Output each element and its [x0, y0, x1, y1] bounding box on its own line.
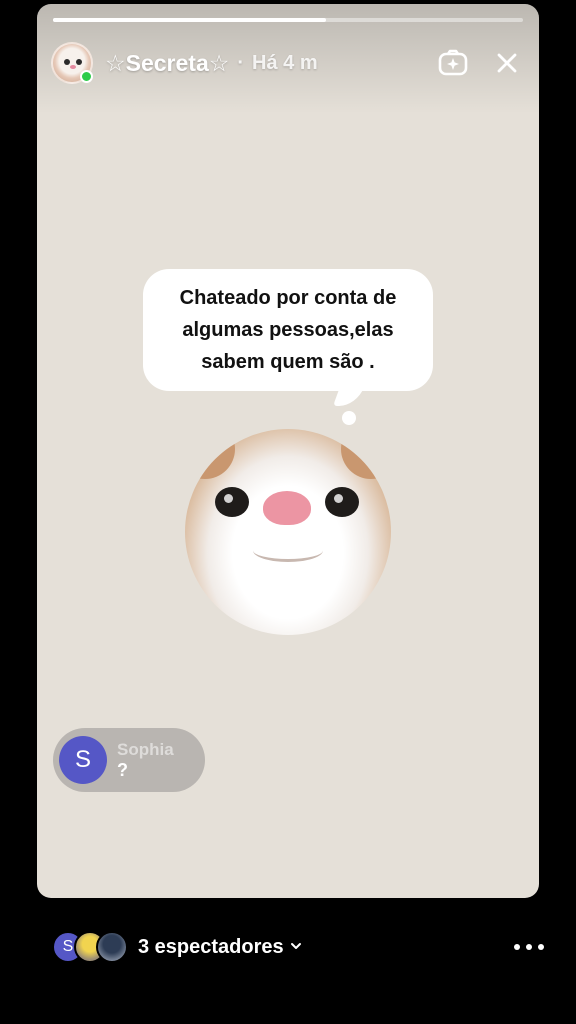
close-icon[interactable] — [489, 45, 525, 81]
reply-text: Sophia ? — [117, 740, 174, 781]
reply-message: ? — [117, 759, 128, 780]
cat-nose — [263, 491, 311, 525]
online-status-dot — [80, 70, 93, 83]
time-ago: Há 4 m — [252, 51, 318, 74]
time-separator: · — [237, 51, 245, 74]
cat-mouth — [253, 539, 323, 562]
thought-bubble-text: Chateado por conta de algumas pessoas,el… — [143, 269, 433, 391]
cat-eye-left — [215, 487, 249, 517]
story-card[interactable]: ☆Secreta☆ · Há 4 m Chateado por conta de… — [37, 4, 539, 898]
reply-name: Sophia — [117, 739, 174, 759]
avatar-eye-left — [64, 59, 70, 65]
viewers-bar: S 3 espectadores — [52, 930, 544, 964]
story-header: ☆Secreta☆ · Há 4 m — [51, 40, 525, 86]
chevron-down-icon[interactable] — [290, 938, 302, 956]
cat-photo — [185, 429, 391, 635]
thought-bubble-dot — [342, 411, 356, 425]
cat-ear-left — [185, 429, 235, 479]
avatar-nose — [70, 65, 76, 69]
viewer-avatar-3 — [96, 931, 128, 963]
author-avatar[interactable] — [51, 42, 93, 84]
avatar-eye-right — [76, 59, 82, 65]
viewers-count-label[interactable]: 3 espectadores — [138, 936, 284, 959]
more-horizontal-icon[interactable] — [514, 944, 544, 950]
viewer-avatars[interactable]: S — [52, 931, 128, 963]
reply-sticker[interactable]: S Sophia ? — [53, 728, 205, 792]
story-progress-fill — [53, 18, 326, 22]
author-username[interactable]: ☆Secreta☆ — [105, 50, 229, 77]
cat-eye-right — [325, 487, 359, 517]
reply-avatar: S — [59, 736, 107, 784]
cat-ear-right — [341, 429, 391, 479]
sparkle-frame-icon[interactable] — [435, 45, 471, 81]
story-progress-bar — [53, 18, 523, 22]
